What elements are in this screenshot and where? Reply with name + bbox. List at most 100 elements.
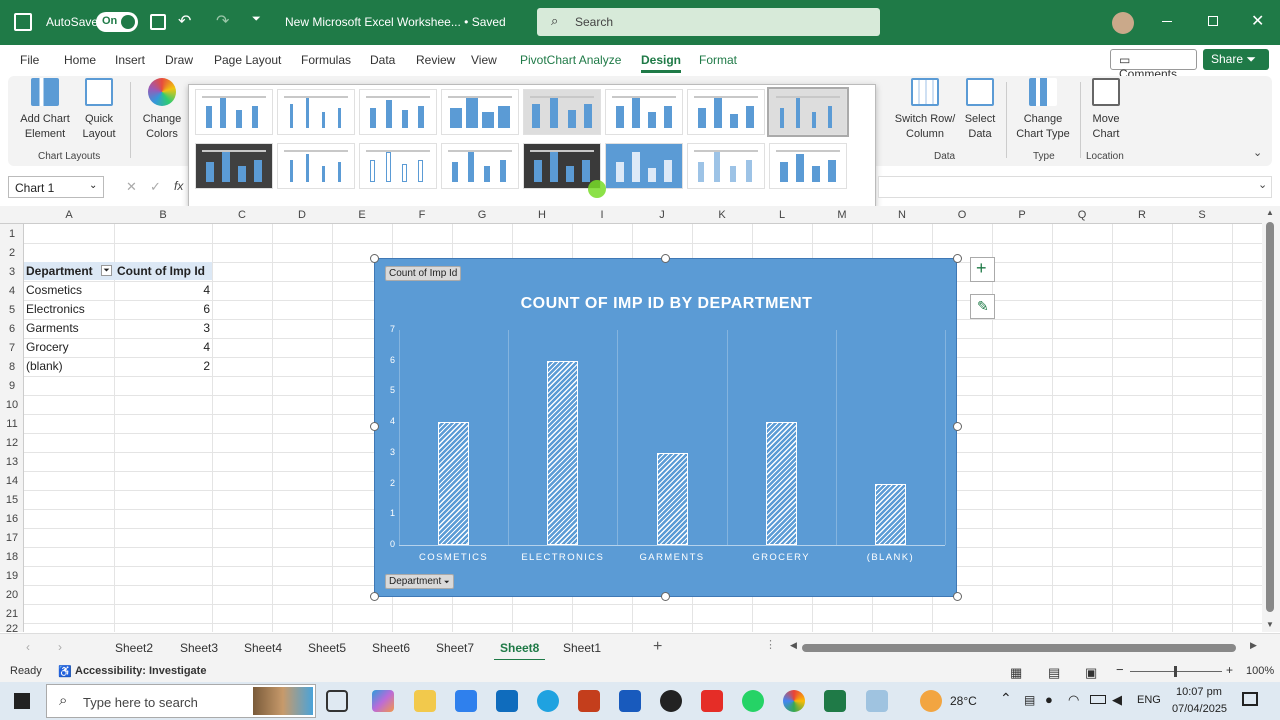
word-icon[interactable]	[619, 690, 641, 712]
zoom-out-icon[interactable]: −	[1116, 662, 1124, 677]
customize-qat-icon[interactable]: ⏷	[252, 13, 261, 26]
scroll-up-icon[interactable]: ▲	[1266, 208, 1274, 217]
sheet-tab-sheet4[interactable]: Sheet4	[244, 641, 282, 655]
row-header[interactable]: 12	[0, 437, 24, 449]
wifi-icon[interactable]: ◠	[1068, 692, 1079, 708]
column-header[interactable]: G	[452, 209, 512, 221]
row-header[interactable]: 11	[0, 418, 24, 430]
battery-icon[interactable]	[1090, 695, 1106, 704]
store-icon[interactable]	[455, 690, 477, 712]
pivot-row-label[interactable]: (blank)	[26, 359, 63, 373]
language-indicator[interactable]: ENG	[1137, 694, 1161, 706]
chart-style-10[interactable]	[277, 143, 355, 189]
accessibility-icon[interactable]: ♿	[58, 665, 72, 678]
scroll-left-icon[interactable]: ‹	[26, 640, 30, 654]
pivot-header-count[interactable]: Count of Imp Id	[114, 262, 212, 280]
app-icon[interactable]	[660, 690, 682, 712]
page-layout-view-icon[interactable]: ▤	[1048, 665, 1060, 681]
search-box[interactable]: ⌕ Search	[537, 8, 880, 36]
sheet-tab-sheet3[interactable]: Sheet3	[180, 641, 218, 655]
column-header[interactable]: M	[812, 209, 872, 221]
row-header[interactable]: 8	[0, 361, 24, 373]
sheet-tab-sheet7[interactable]: Sheet7	[436, 641, 474, 655]
row-header[interactable]: 20	[0, 589, 24, 601]
row-header[interactable]: 6	[0, 323, 24, 335]
resize-handle[interactable]	[661, 592, 670, 601]
row-header[interactable]: 18	[0, 551, 24, 563]
chart-styles-button[interactable]: ✎	[970, 294, 995, 319]
share-button[interactable]: Share ⏷	[1203, 49, 1269, 70]
close-icon[interactable]: ✕	[1251, 11, 1264, 31]
file-explorer-icon[interactable]	[414, 690, 436, 712]
add-sheet-icon[interactable]: +	[653, 638, 662, 656]
row-header[interactable]: 15	[0, 494, 24, 506]
undo-icon[interactable]: ↶	[178, 11, 191, 31]
column-header[interactable]: I	[572, 209, 632, 221]
task-view-icon[interactable]	[326, 690, 348, 712]
chart-style-2[interactable]	[277, 89, 355, 135]
tab-format[interactable]: Format	[699, 53, 737, 67]
comments-button[interactable]: ▭ Comments	[1110, 49, 1197, 81]
resize-handle[interactable]	[953, 422, 962, 431]
chart-bar[interactable]	[656, 452, 688, 545]
column-header[interactable]: S	[1172, 209, 1232, 221]
add-chart-element-button[interactable]: Add Chart Element	[16, 78, 74, 142]
weather-temperature[interactable]: 28°C	[950, 694, 977, 708]
tab-home[interactable]: Home	[64, 53, 96, 67]
row-header[interactable]: 22	[0, 623, 24, 632]
chart-bar[interactable]	[438, 422, 470, 545]
page-break-view-icon[interactable]: ▣	[1085, 665, 1097, 681]
chart-style-8[interactable]	[767, 87, 849, 137]
horizontal-scrollbar-thumb[interactable]	[802, 644, 1236, 652]
column-header[interactable]: N	[872, 209, 932, 221]
move-chart-button[interactable]: Move Chart	[1086, 78, 1126, 142]
filter-dropdown-icon[interactable]: ⏷	[101, 265, 112, 276]
name-box[interactable]: Chart 1 ⌄	[8, 176, 104, 198]
remote-desktop-icon[interactable]	[866, 690, 888, 712]
taskbar-search[interactable]: ⌕ Type here to search	[46, 684, 316, 718]
resize-handle[interactable]	[953, 592, 962, 601]
chart-style-6[interactable]	[605, 89, 683, 135]
resize-handle[interactable]	[661, 254, 670, 263]
value-field-button[interactable]: Count of Imp Id	[385, 266, 462, 281]
tab-design[interactable]: Design	[641, 53, 682, 73]
column-header[interactable]: O	[932, 209, 992, 221]
save-icon[interactable]	[150, 14, 166, 30]
powerpoint-icon[interactable]	[578, 690, 600, 712]
chevron-up-icon[interactable]: ⌃	[1000, 690, 1012, 707]
excel-icon[interactable]	[824, 690, 846, 712]
sheet-tab-sheet5[interactable]: Sheet5	[308, 641, 346, 655]
tab-file[interactable]: File	[20, 53, 39, 67]
pivot-chart[interactable]: Count of Imp Id COUNT OF IMP ID BY DEPAR…	[374, 258, 957, 597]
copilot-icon[interactable]	[372, 690, 394, 712]
sheet-tab-sheet8[interactable]: Sheet8	[493, 641, 546, 661]
row-header[interactable]: 14	[0, 475, 24, 487]
notifications-icon[interactable]	[1242, 692, 1258, 706]
chart-bar[interactable]	[765, 422, 797, 545]
row-header[interactable]: 17	[0, 532, 24, 544]
collapse-ribbon-icon[interactable]: ⌄	[1253, 146, 1262, 159]
whatsapp-icon[interactable]	[742, 690, 764, 712]
tab-data[interactable]: Data	[370, 53, 395, 67]
resize-handle[interactable]	[370, 422, 379, 431]
windows-start-icon[interactable]	[12, 691, 32, 711]
minimize-icon[interactable]	[1162, 21, 1172, 22]
pivot-row-label[interactable]: Cosmetics	[26, 283, 82, 297]
sheet-tab-sheet6[interactable]: Sheet6	[372, 641, 410, 655]
chart-bar[interactable]	[547, 360, 579, 545]
column-header[interactable]: D	[272, 209, 332, 221]
excel-logo-icon[interactable]	[14, 13, 32, 31]
chrome-icon[interactable]	[783, 690, 805, 712]
plot-area[interactable]	[399, 330, 946, 546]
resize-handle[interactable]	[953, 254, 962, 263]
chart-style-3[interactable]	[359, 89, 437, 135]
row-header[interactable]: 19	[0, 570, 24, 582]
chart-style-16[interactable]	[769, 143, 847, 189]
tab-pivotchart-analyze[interactable]: PivotChart Analyze	[520, 53, 621, 67]
column-header[interactable]: E	[332, 209, 392, 221]
axis-field-button[interactable]: Department ⏷	[385, 574, 454, 589]
change-chart-type-button[interactable]: Change Chart Type	[1012, 78, 1074, 142]
pivot-row-value[interactable]: 6	[114, 302, 210, 316]
accessibility-status[interactable]: Accessibility: Investigate	[75, 665, 206, 677]
row-header[interactable]: 2	[0, 247, 24, 259]
